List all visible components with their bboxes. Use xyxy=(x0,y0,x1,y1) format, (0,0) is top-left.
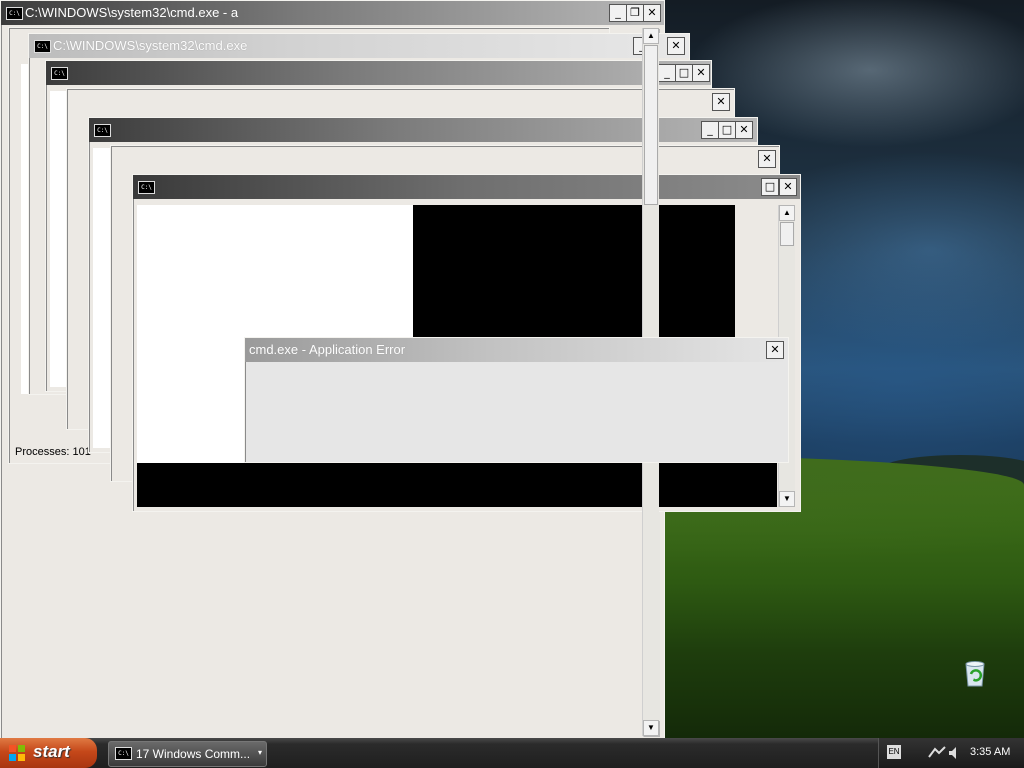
cmd-icon: C:\ xyxy=(94,124,111,137)
start-label: start xyxy=(33,742,70,761)
maximize-button[interactable]: □ xyxy=(718,121,736,139)
dialog-titlebar[interactable]: cmd.exe - Application Error ✕ xyxy=(245,338,788,362)
clock[interactable]: 3:35 AM xyxy=(970,746,1010,758)
scroll-up-arrow[interactable]: ▲ xyxy=(643,28,659,44)
close-button[interactable]: ✕ xyxy=(779,178,797,196)
console-area-bottom xyxy=(137,463,777,507)
close-button[interactable]: ✕ xyxy=(643,4,661,22)
recycle-bin-icon[interactable] xyxy=(960,658,990,688)
dialog-title: cmd.exe - Application Error xyxy=(249,342,406,357)
start-button[interactable]: start xyxy=(0,738,97,768)
close-button[interactable]: ✕ xyxy=(692,64,710,82)
close-button[interactable]: ✕ xyxy=(712,93,730,111)
window-title: C:\WINDOWS\system32\cmd.exe - a xyxy=(25,5,239,20)
close-button[interactable]: ✕ xyxy=(667,37,685,55)
minimize-button[interactable]: _ xyxy=(658,64,676,82)
cmd-window-3-titlebar[interactable]: C:\ _ □ ✕ xyxy=(46,61,711,85)
maximize-button[interactable]: □ xyxy=(761,178,779,196)
scroll-down-arrow[interactable]: ▼ xyxy=(779,491,795,507)
cmd-icon: C:\ xyxy=(115,747,132,760)
volume-icon[interactable] xyxy=(947,745,963,761)
windows-logo-icon xyxy=(9,745,25,761)
cmd-icon: C:\ xyxy=(51,67,68,80)
close-button[interactable]: ✕ xyxy=(735,121,753,139)
network-icon[interactable] xyxy=(927,745,947,761)
scroll-down-arrow[interactable]: ▼ xyxy=(643,720,659,736)
restore-button[interactable]: ❐ xyxy=(626,4,644,22)
close-button[interactable]: ✕ xyxy=(758,150,776,168)
scroll-thumb[interactable] xyxy=(644,45,658,205)
taskbar-group-button[interactable]: C:\ 17 Windows Comm... ▾ xyxy=(108,741,267,767)
cmd-icon: C:\ xyxy=(34,40,51,53)
cmd-icon: C:\ xyxy=(6,7,23,20)
maximize-button[interactable]: □ xyxy=(675,64,693,82)
chevron-down-icon: ▾ xyxy=(257,748,262,757)
taskbar-group-label: 17 Windows Comm... xyxy=(136,747,251,761)
language-indicator[interactable]: EN xyxy=(887,745,901,759)
minimize-button[interactable]: _ xyxy=(609,4,627,22)
close-button[interactable]: ✕ xyxy=(766,341,784,359)
scroll-up-arrow[interactable]: ▲ xyxy=(779,205,795,221)
application-error-dialog[interactable]: cmd.exe - Application Error ✕ xyxy=(244,337,789,463)
processes-status: Processes: 101 xyxy=(15,446,91,458)
taskbar: start C:\ 17 Windows Comm... ▾ EN 3:35 A… xyxy=(0,738,1024,768)
system-tray: EN 3:35 AM xyxy=(878,738,1024,768)
cmd-window-2-titlebar[interactable]: C:\ C:\WINDOWS\system32\cmd.exe _ ✕ xyxy=(29,34,689,58)
minimize-button[interactable]: _ xyxy=(701,121,719,139)
cmd-window-front-titlebar[interactable]: C:\ □ ✕ xyxy=(133,175,800,199)
cmd-icon: C:\ xyxy=(138,181,155,194)
window-title: C:\WINDOWS\system32\cmd.exe xyxy=(53,38,248,53)
cmd-window-back-titlebar[interactable]: C:\ C:\WINDOWS\system32\cmd.exe - a _ ❐ … xyxy=(1,1,664,25)
scroll-thumb[interactable] xyxy=(780,222,794,246)
